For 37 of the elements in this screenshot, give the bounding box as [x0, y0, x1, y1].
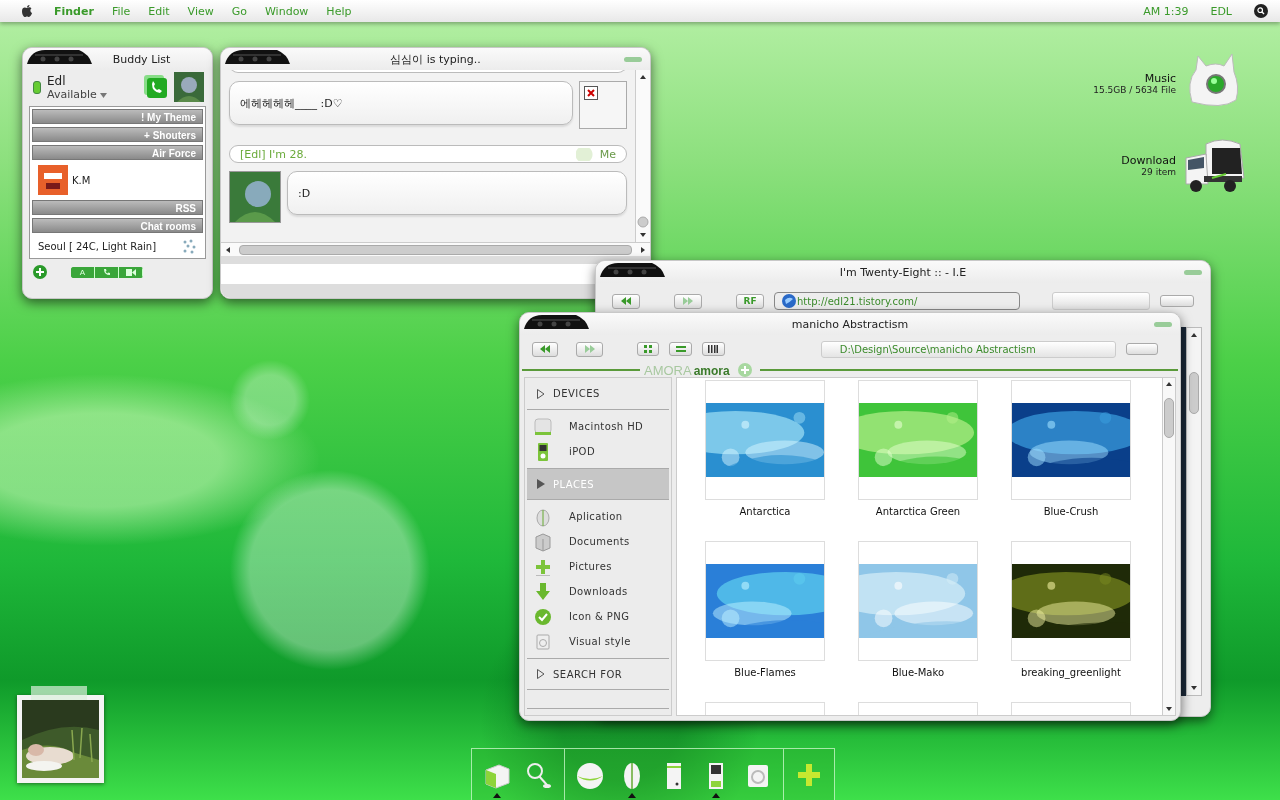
icon-info: 15.5GB / 5634 File — [1093, 84, 1176, 95]
file-name[interactable]: Blue-Mako — [891, 667, 944, 678]
weather-text: Seoul [ 24C, Light Rain] — [38, 240, 157, 252]
sidebar-item[interactable]: Pictures — [527, 554, 669, 579]
sidebar-heading[interactable]: SEARCH FOR — [527, 658, 669, 690]
window-title: 심심이 is typing.. — [390, 51, 481, 67]
file-name[interactable]: Antarctica — [739, 506, 791, 517]
file-name[interactable]: Blue-Flames — [734, 667, 796, 678]
sidebar-item[interactable]: iPOD — [527, 439, 669, 464]
sidebar-item[interactable]: Icon & PNG — [527, 604, 669, 629]
address-field[interactable]: http://edl21.tistory.com/ — [774, 292, 1020, 310]
sidebar-item[interactable]: Documents — [527, 529, 669, 554]
window-title: Buddy List — [112, 52, 171, 66]
tag-label[interactable]: amora — [693, 363, 730, 378]
sidebar-item[interactable]: Downloads — [527, 579, 669, 604]
icon-label[interactable]: Download — [1121, 153, 1176, 167]
sidebar-heading[interactable]: DEVICES — [527, 378, 669, 410]
buddy-name[interactable]: K.M — [72, 174, 91, 186]
message-bubble: 에헤헤헤헤____ :D♡ — [229, 81, 573, 125]
clock: AM 1:39 — [1143, 4, 1189, 18]
sidebar-item[interactable]: Macintosh HD — [527, 414, 669, 439]
icon-info: 29 item — [1141, 166, 1176, 177]
message-bubble: :D — [287, 171, 627, 215]
message-sender: [Edl] I'm 28. — [240, 147, 308, 161]
icon-label[interactable]: Music — [1144, 71, 1176, 85]
sender-label: Me — [575, 147, 616, 161]
path-field[interactable]: D:\Design\Source\manicho Abstractism — [820, 340, 1116, 358]
file-name[interactable]: Blue-Crush — [1043, 506, 1099, 517]
file-name[interactable]: breaking_greenlight — [1021, 667, 1121, 678]
sidebar-item[interactable]: Aplication — [527, 504, 669, 529]
sidebar-item[interactable]: Visual style — [527, 629, 669, 654]
status-dropdown[interactable]: Available — [47, 87, 138, 101]
window-title: manicho Abstractism — [791, 317, 909, 331]
user-name: Edl — [47, 73, 67, 88]
window-title: I'm Twenty-Eight :: - I.E — [839, 265, 967, 279]
tag-shadow-text: AMORA — [644, 362, 692, 378]
file-name[interactable]: Antarctica Green — [875, 506, 961, 517]
